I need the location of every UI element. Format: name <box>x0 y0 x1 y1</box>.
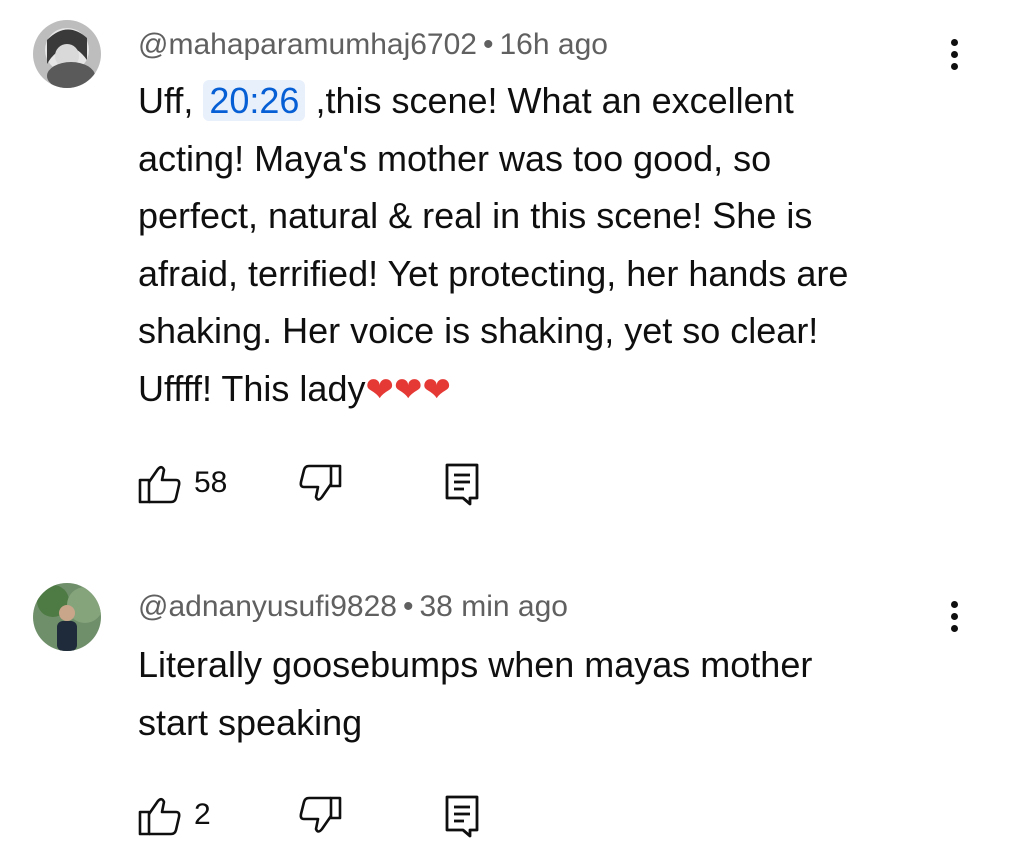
comment-line: Uffff! This lady❤❤❤ <box>138 367 451 409</box>
comment-time: 38 min ago <box>419 590 568 623</box>
thumbs-down-icon <box>299 796 342 833</box>
meta-separator: • <box>482 28 494 61</box>
thumbs-up-icon <box>138 465 181 504</box>
comment-line: shaking. Her voice is shaking, yet so cl… <box>138 310 819 351</box>
heart-emoji: ❤❤❤ <box>365 370 451 409</box>
author-name[interactable]: @mahaparamumhaj6702 <box>138 28 477 61</box>
more-vert-icon[interactable] <box>942 597 970 637</box>
like-count: 2 <box>194 798 211 831</box>
comment-meta: @mahaparamumhaj6702 • 16h ago <box>138 28 608 62</box>
comment-line: start speaking <box>138 701 363 743</box>
more-vert-icon[interactable] <box>942 35 970 75</box>
comment-line: acting! Maya's mother was too good, so <box>138 137 772 179</box>
timestamp-link[interactable]: 20:26 <box>203 80 306 121</box>
comment-line: Literally goosebumps when mayas mother <box>138 644 813 685</box>
comment-line: Uff, 20:26 ,this scene! What an excellen… <box>138 80 794 121</box>
like-button[interactable] <box>138 794 182 843</box>
comment-time: 16h ago <box>499 28 608 61</box>
comment-text: Literally goosebumps when mayas mother s… <box>138 636 958 751</box>
thumbs-up-icon <box>138 797 181 836</box>
comment-line: afraid, terrified! Yet protecting, her h… <box>138 252 849 294</box>
like-button[interactable] <box>138 462 182 511</box>
author-name[interactable]: @adnanyusufi9828 <box>138 590 397 623</box>
thumbs-down-icon <box>299 464 342 501</box>
dislike-button[interactable] <box>298 794 342 843</box>
reply-icon <box>445 463 479 506</box>
reply-icon <box>445 795 479 838</box>
like-count: 58 <box>194 466 228 499</box>
reply-button[interactable] <box>442 794 482 843</box>
comment-line: perfect, natural & real in this scene! S… <box>138 195 813 236</box>
avatar[interactable] <box>33 20 101 88</box>
comment-text: Uff, 20:26 ,this scene! What an excellen… <box>138 72 958 419</box>
comment-meta: @adnanyusufi9828 • 38 min ago <box>138 590 568 624</box>
reply-button[interactable] <box>442 462 482 511</box>
avatar[interactable] <box>33 583 101 651</box>
dislike-button[interactable] <box>298 462 342 511</box>
meta-separator: • <box>402 590 414 623</box>
